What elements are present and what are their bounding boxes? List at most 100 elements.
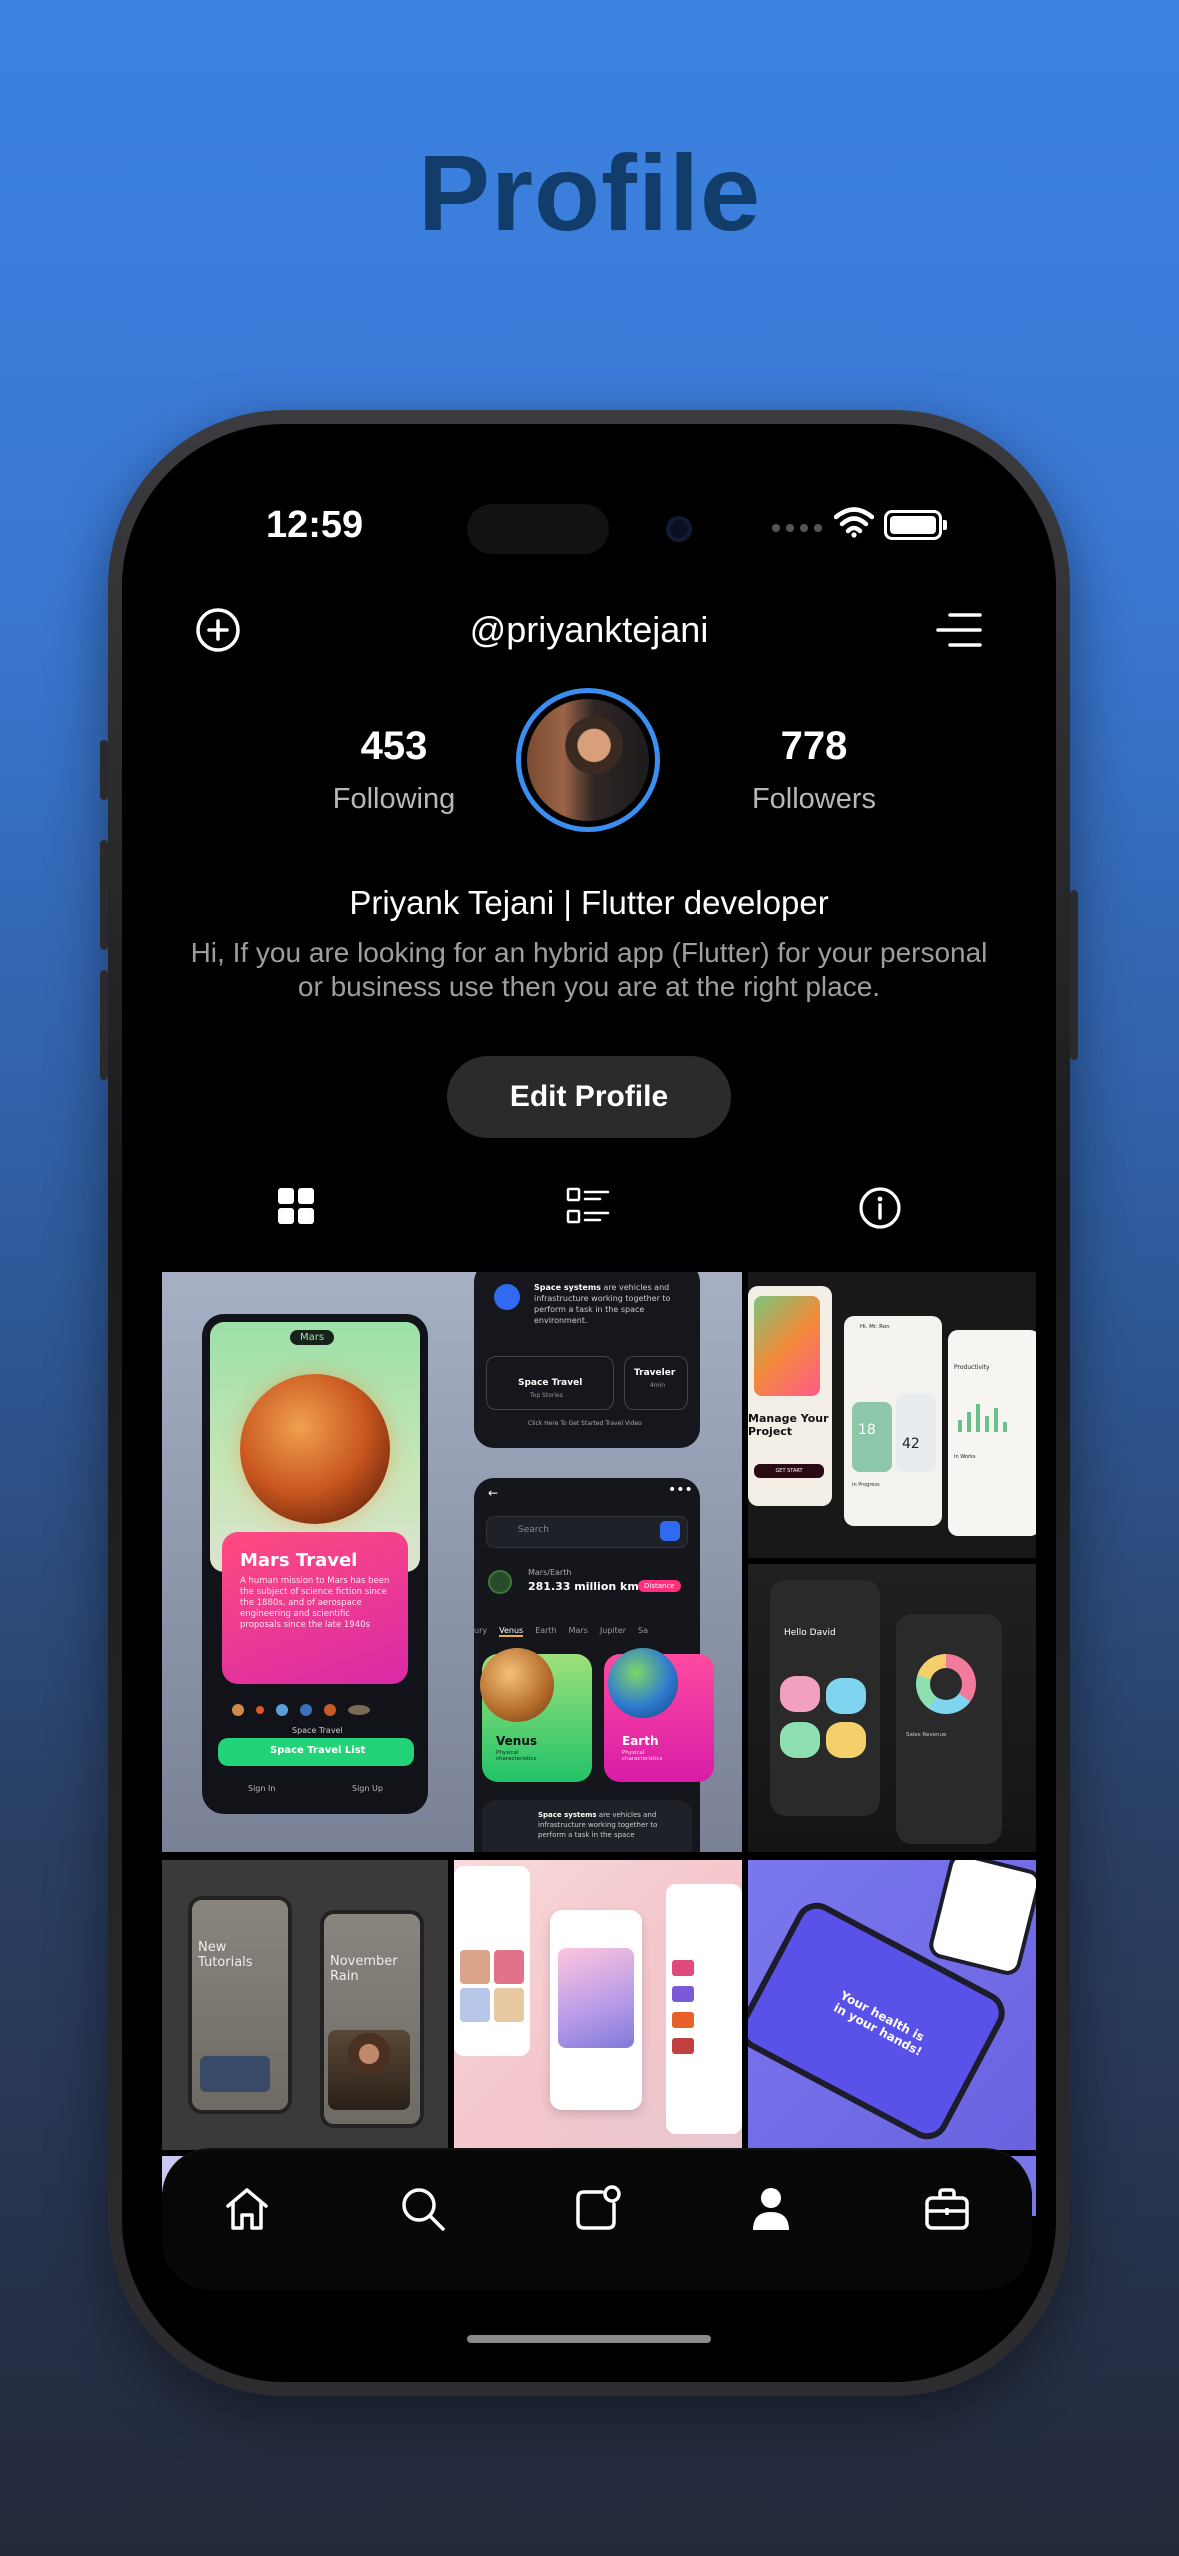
project-cta: GET START (754, 1464, 824, 1478)
sign-in-label: Sign In (248, 1784, 276, 1793)
health-phone-upright (926, 1860, 1036, 1978)
mars-caption: Space Travel (292, 1726, 343, 1735)
app-screen: 12:59 @priyanktejani 453 Following 778 F… (122, 424, 1056, 2382)
social-photo-grid (460, 1950, 524, 2022)
info-icon[interactable] (858, 1186, 902, 1230)
route-distance: 281.33 million km (528, 1580, 639, 1593)
signal-dots-icon (772, 524, 822, 532)
profile-name: Priyank Tejani | Flutter developer (349, 884, 829, 921)
traveler-card-title: Traveler (634, 1368, 676, 1378)
space-systems-card: Space systems are vehicles and infrastru… (474, 1272, 700, 1448)
project-stat2-card (896, 1394, 936, 1472)
status-time: 12:59 (266, 504, 364, 546)
page-title: Profile (417, 132, 762, 253)
space-systems-text: Space systems are vehicles and infrastru… (534, 1282, 684, 1326)
planets-search-field (486, 1516, 688, 1548)
post-tile-finance[interactable]: Hello David Sales Revenue (748, 1564, 1036, 1852)
space-card-footer: Click Here To Get Started Travel Video (528, 1420, 642, 1427)
social-list (672, 1960, 694, 2054)
post-tile-music[interactable]: New Tutorials November Rain (162, 1860, 448, 2150)
bottom-nav (162, 2150, 1032, 2290)
briefcase-icon[interactable] (922, 2184, 972, 2234)
filter-button (660, 1521, 680, 1541)
followers-label: Followers (751, 783, 877, 815)
menu-icon[interactable] (934, 610, 984, 650)
earth-planet-image (608, 1648, 678, 1718)
edit-profile-button[interactable]: Edit Profile (447, 1056, 731, 1138)
mars-chip: Mars (290, 1330, 335, 1345)
mars-title: Mars Travel (240, 1550, 358, 1571)
traveler-card-sub: 4min (650, 1382, 666, 1389)
space-travel-card-title: Space Travel (518, 1378, 583, 1388)
post-tile-project[interactable]: Manage Your Project GET START Hi, Mr. Ro… (748, 1272, 1036, 1558)
social-center-image (558, 1948, 634, 2048)
mars-planet-image (240, 1374, 390, 1524)
project-greeting: Hi, Mr. Ron (860, 1324, 890, 1330)
planet-tab: Jupiter (599, 1626, 626, 1635)
project-section: In Progress (852, 1482, 880, 1488)
post-tile-space-travel[interactable]: Mars Mars Travel A human mission to Mars… (162, 1272, 742, 1852)
music-card-right-title: November Rain (330, 1954, 398, 1984)
grid-icon[interactable] (276, 1186, 316, 1226)
space-travel-list-label: Space Travel List (270, 1745, 366, 1756)
more-icon: ••• (668, 1482, 693, 1498)
finance-greeting: Hello David (784, 1628, 836, 1638)
following-stat[interactable]: 453 Following (294, 724, 494, 816)
planets-phone-mockup: ← ••• Search Mars/Earth 281.33 million k… (474, 1478, 714, 1852)
satellite-icon (494, 1284, 520, 1310)
finance-section: Sales Revenue (906, 1732, 947, 1738)
music-card-left-title: New Tutorials (198, 1940, 253, 1970)
post-tile-social[interactable] (454, 1860, 742, 2150)
profile-bio: Hi, If you are looking for an hybrid app… (190, 937, 988, 1002)
profile-icon[interactable] (746, 2184, 796, 2234)
avatar-photo (527, 699, 649, 821)
venus-title: Venus (496, 1734, 537, 1748)
space-travel-card-sub: Top Stories (530, 1392, 563, 1399)
music-card-right-image (328, 2030, 410, 2110)
space-systems-mini-bold: Space systems (538, 1811, 597, 1819)
planet-tab: Sa (637, 1626, 648, 1635)
venus-sub: Physical characteristics (496, 1750, 537, 1762)
earth-sub: Physical characteristics (622, 1750, 663, 1762)
productivity-label: Productivity (954, 1364, 990, 1371)
planets-search-placeholder: Search (518, 1525, 549, 1535)
project-stat1: 18 (858, 1422, 876, 1438)
venus-planet-image (480, 1648, 554, 1722)
phone-frame: 12:59 @priyanktejani 453 Following 778 F… (100, 410, 1078, 2396)
productivity-card (948, 1330, 1036, 1536)
followers-count: 778 (780, 724, 848, 768)
following-count: 453 (360, 724, 428, 768)
mars-description: A human mission to Mars has been the sub… (240, 1576, 390, 1630)
avatar[interactable] (516, 688, 660, 832)
mars-phone-mockup: Mars Mars Travel A human mission to Mars… (202, 1314, 428, 1814)
add-post-icon[interactable] (572, 2184, 622, 2234)
list-icon[interactable] (566, 1186, 610, 1226)
space-systems-mini-text: Space systems are vehicles and infrastru… (538, 1810, 678, 1840)
phone-side-button (100, 740, 108, 800)
planet-dots-row (232, 1704, 370, 1716)
planet-tab: ury (474, 1626, 488, 1635)
camera-indicator (666, 516, 692, 542)
planet-tab: Mars (568, 1626, 588, 1635)
battery-icon (884, 510, 947, 540)
search-icon[interactable] (398, 2184, 448, 2234)
planet-tab: Earth (535, 1626, 557, 1635)
finance-blobs (780, 1676, 870, 1766)
planet-tab-active: Venus (499, 1626, 524, 1637)
post-tile-health[interactable]: Your health is in your hands! (748, 1860, 1036, 2150)
home-icon[interactable] (222, 2184, 272, 2234)
project-illustration (754, 1296, 820, 1396)
finance-phone-right (896, 1614, 1002, 1844)
phone-power-button (1070, 890, 1078, 1060)
sign-up-label: Sign Up (352, 1784, 383, 1793)
phone-volume-down-button (100, 970, 108, 1080)
music-card-left-image (200, 2056, 270, 2092)
project-stat2: 42 (902, 1436, 920, 1452)
followers-stat[interactable]: 778 Followers (714, 724, 914, 816)
home-indicator[interactable] (467, 2335, 711, 2343)
phone-volume-up-button (100, 840, 108, 950)
wifi-icon (834, 507, 874, 538)
back-arrow-icon: ← (488, 1486, 499, 1500)
distance-chip: Distance (638, 1580, 681, 1592)
route-label: Mars/Earth (528, 1568, 572, 1577)
